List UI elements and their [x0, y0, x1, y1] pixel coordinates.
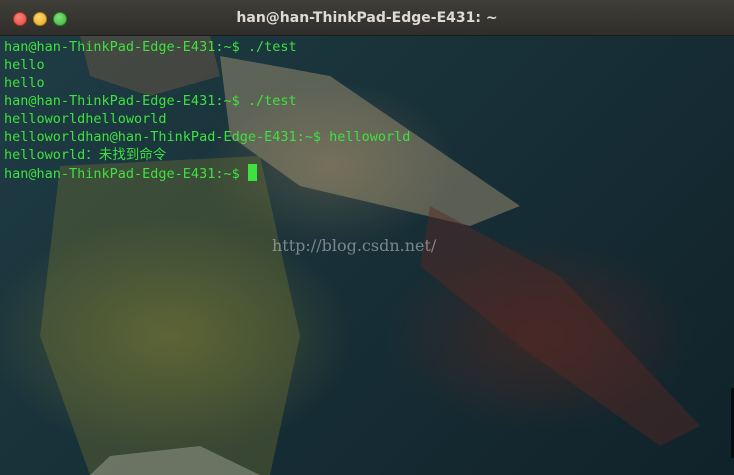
terminal-line: han@han-ThinkPad-Edge-E431:~$ ./test [4, 39, 297, 55]
terminal-line: helloworldhelloworld [4, 111, 167, 127]
terminal-area[interactable]: han@han-ThinkPad-Edge-E431:~$ ./test hel… [0, 36, 734, 475]
terminal-output: han@han-ThinkPad-Edge-E431:~$ ./test hel… [4, 38, 410, 182]
terminal-line: helloworldhan@han-ThinkPad-Edge-E431:~$ … [4, 129, 411, 145]
terminal-line: hello [4, 75, 45, 91]
prompt-line[interactable]: han@han-ThinkPad-Edge-E431:~$ [4, 164, 410, 182]
terminal-window: han@han-ThinkPad-Edge-E431: ~ han@han-Th… [0, 0, 734, 475]
prompt-text: han@han-ThinkPad-Edge-E431:~$ [4, 166, 248, 182]
terminal-line: han@han-ThinkPad-Edge-E431:~$ ./test [4, 93, 297, 109]
terminal-line: helloworld：未找到命令 [4, 147, 167, 163]
title-bar[interactable]: han@han-ThinkPad-Edge-E431: ~ [0, 0, 734, 36]
terminal-line: hello [4, 57, 45, 73]
window-title: han@han-ThinkPad-Edge-E431: ~ [236, 10, 498, 26]
cursor-icon [247, 164, 257, 181]
watermark: http://blog.csdn.net/ [272, 236, 437, 255]
